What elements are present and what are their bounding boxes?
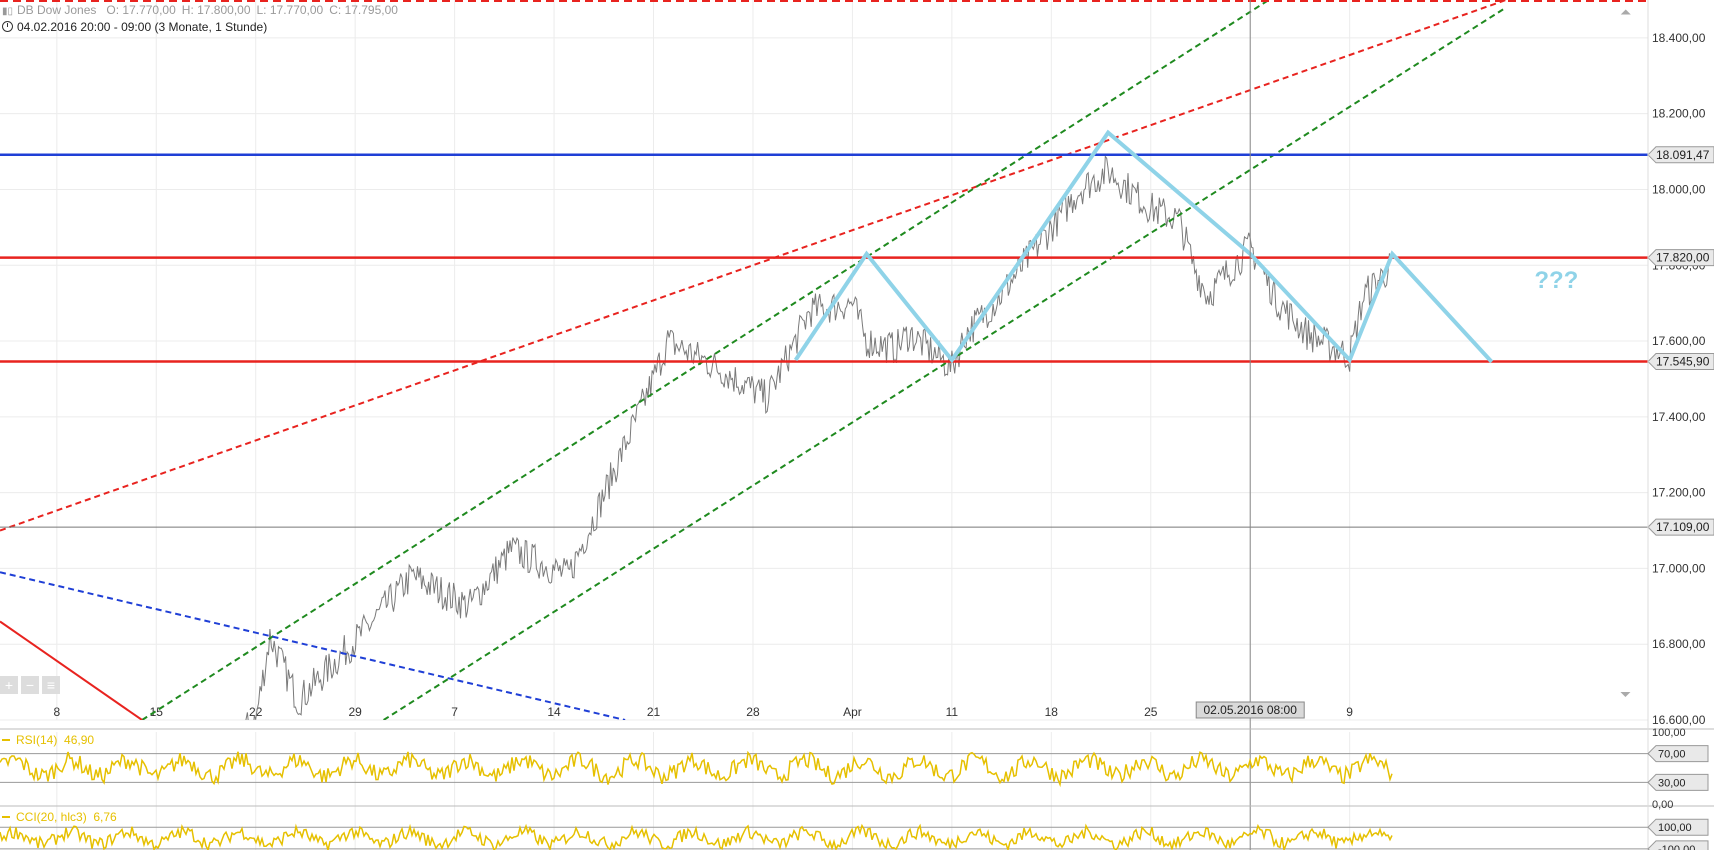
- x-tick-label: 7: [451, 705, 458, 719]
- x-tick-label: 14: [547, 705, 561, 719]
- ticker-name: DB Dow Jones: [17, 3, 97, 17]
- y-tick-label: 17.600,00: [1652, 334, 1706, 348]
- rsi-label: RSI(14) 46,90: [2, 733, 94, 747]
- trendline: [141, 0, 1271, 720]
- clock-icon: [2, 21, 13, 32]
- zoom-out-icon[interactable]: −: [21, 676, 39, 694]
- y-tick-label: 17.400,00: [1652, 410, 1706, 424]
- chart-toolbar: + − ≡: [0, 676, 63, 695]
- y-tick-label: 18.000,00: [1652, 182, 1706, 196]
- x-tick-label: 11: [946, 705, 959, 719]
- scroll-down-icon[interactable]: ⏷: [1620, 686, 1631, 703]
- cci-value: 6,76: [93, 810, 117, 824]
- x-tick-label: 28: [746, 705, 760, 719]
- y-tick-label: 18.400,00: [1652, 31, 1706, 45]
- range-text: 04.02.2016 20:00 - 09:00 (3 Monate, 1 St…: [17, 20, 268, 34]
- trendline: [0, 620, 143, 720]
- y-tick-label: 18.200,00: [1652, 107, 1706, 121]
- x-tick-label: 25: [1144, 705, 1158, 719]
- x-tick-label: 29: [348, 705, 362, 719]
- x-tick-label: 9: [1346, 705, 1353, 719]
- low-value: L: 17.770,00: [256, 3, 324, 17]
- trendline: [383, 6, 1507, 720]
- fit-icon[interactable]: ≡: [42, 676, 60, 694]
- price-label-text: 17.109,00: [1656, 520, 1710, 534]
- price-chart[interactable]: 81522297142128Apr1118252918.400,0018.200…: [0, 0, 1714, 850]
- bars-icon: ▮▯: [2, 6, 14, 17]
- cci-label: CCI(20, hlc3) 6,76: [2, 810, 117, 824]
- close-value: C: 17.795,00: [329, 3, 398, 17]
- price-label-text: 17.545,90: [1656, 355, 1710, 369]
- price-label-text: 18.091,47: [1656, 148, 1710, 162]
- x-tick-label: 18: [1045, 705, 1059, 719]
- rsi-tick-label: 0,00: [1652, 799, 1673, 811]
- range-header: 04.02.2016 20:00 - 09:00 (3 Monate, 1 St…: [2, 20, 267, 34]
- cci-series-line: [0, 823, 1393, 850]
- x-tick-label: 8: [53, 705, 60, 719]
- scroll-up-icon[interactable]: ⏶: [1620, 4, 1631, 21]
- y-tick-label: 16.600,00: [1652, 713, 1706, 727]
- x-tick-label: 21: [647, 705, 661, 719]
- crosshair-label: 02.05.2016 08:00: [1203, 703, 1297, 717]
- pattern-zigzag-line: [793, 129, 1494, 364]
- price-label-text: 17.820,00: [1656, 251, 1710, 265]
- rsi-legend-swatch: [2, 739, 10, 741]
- cci-level-text: 100,00: [1658, 822, 1692, 834]
- trendline: [0, 571, 626, 720]
- ohlc-header: ▮▯ DB Dow Jones O: 17.770,00 H: 17.800,00 L:…: [2, 3, 404, 17]
- y-tick-label: 16.800,00: [1652, 637, 1706, 651]
- open-value: O: 17.770,00: [106, 3, 176, 17]
- pattern-annotation: ???: [1534, 267, 1578, 294]
- high-value: H: 17.800,00: [181, 3, 251, 17]
- rsi-level-text: 30,00: [1658, 777, 1686, 789]
- rsi-level-text: 70,00: [1658, 749, 1686, 761]
- cci-name: CCI(20, hlc3): [16, 810, 87, 824]
- x-tick-label: Apr: [843, 705, 862, 719]
- rsi-tick-label: 100,00: [1652, 727, 1686, 739]
- cci-level-text: -100,00: [1658, 844, 1695, 850]
- rsi-series-line: [0, 750, 1393, 788]
- rsi-name: RSI(14): [16, 733, 58, 747]
- price-series-line: [245, 154, 1392, 720]
- zoom-in-icon[interactable]: +: [0, 676, 18, 694]
- rsi-value: 46,90: [64, 733, 95, 747]
- y-tick-label: 17.200,00: [1652, 486, 1706, 500]
- cci-legend-swatch: [2, 816, 10, 818]
- y-tick-label: 17.000,00: [1652, 561, 1706, 575]
